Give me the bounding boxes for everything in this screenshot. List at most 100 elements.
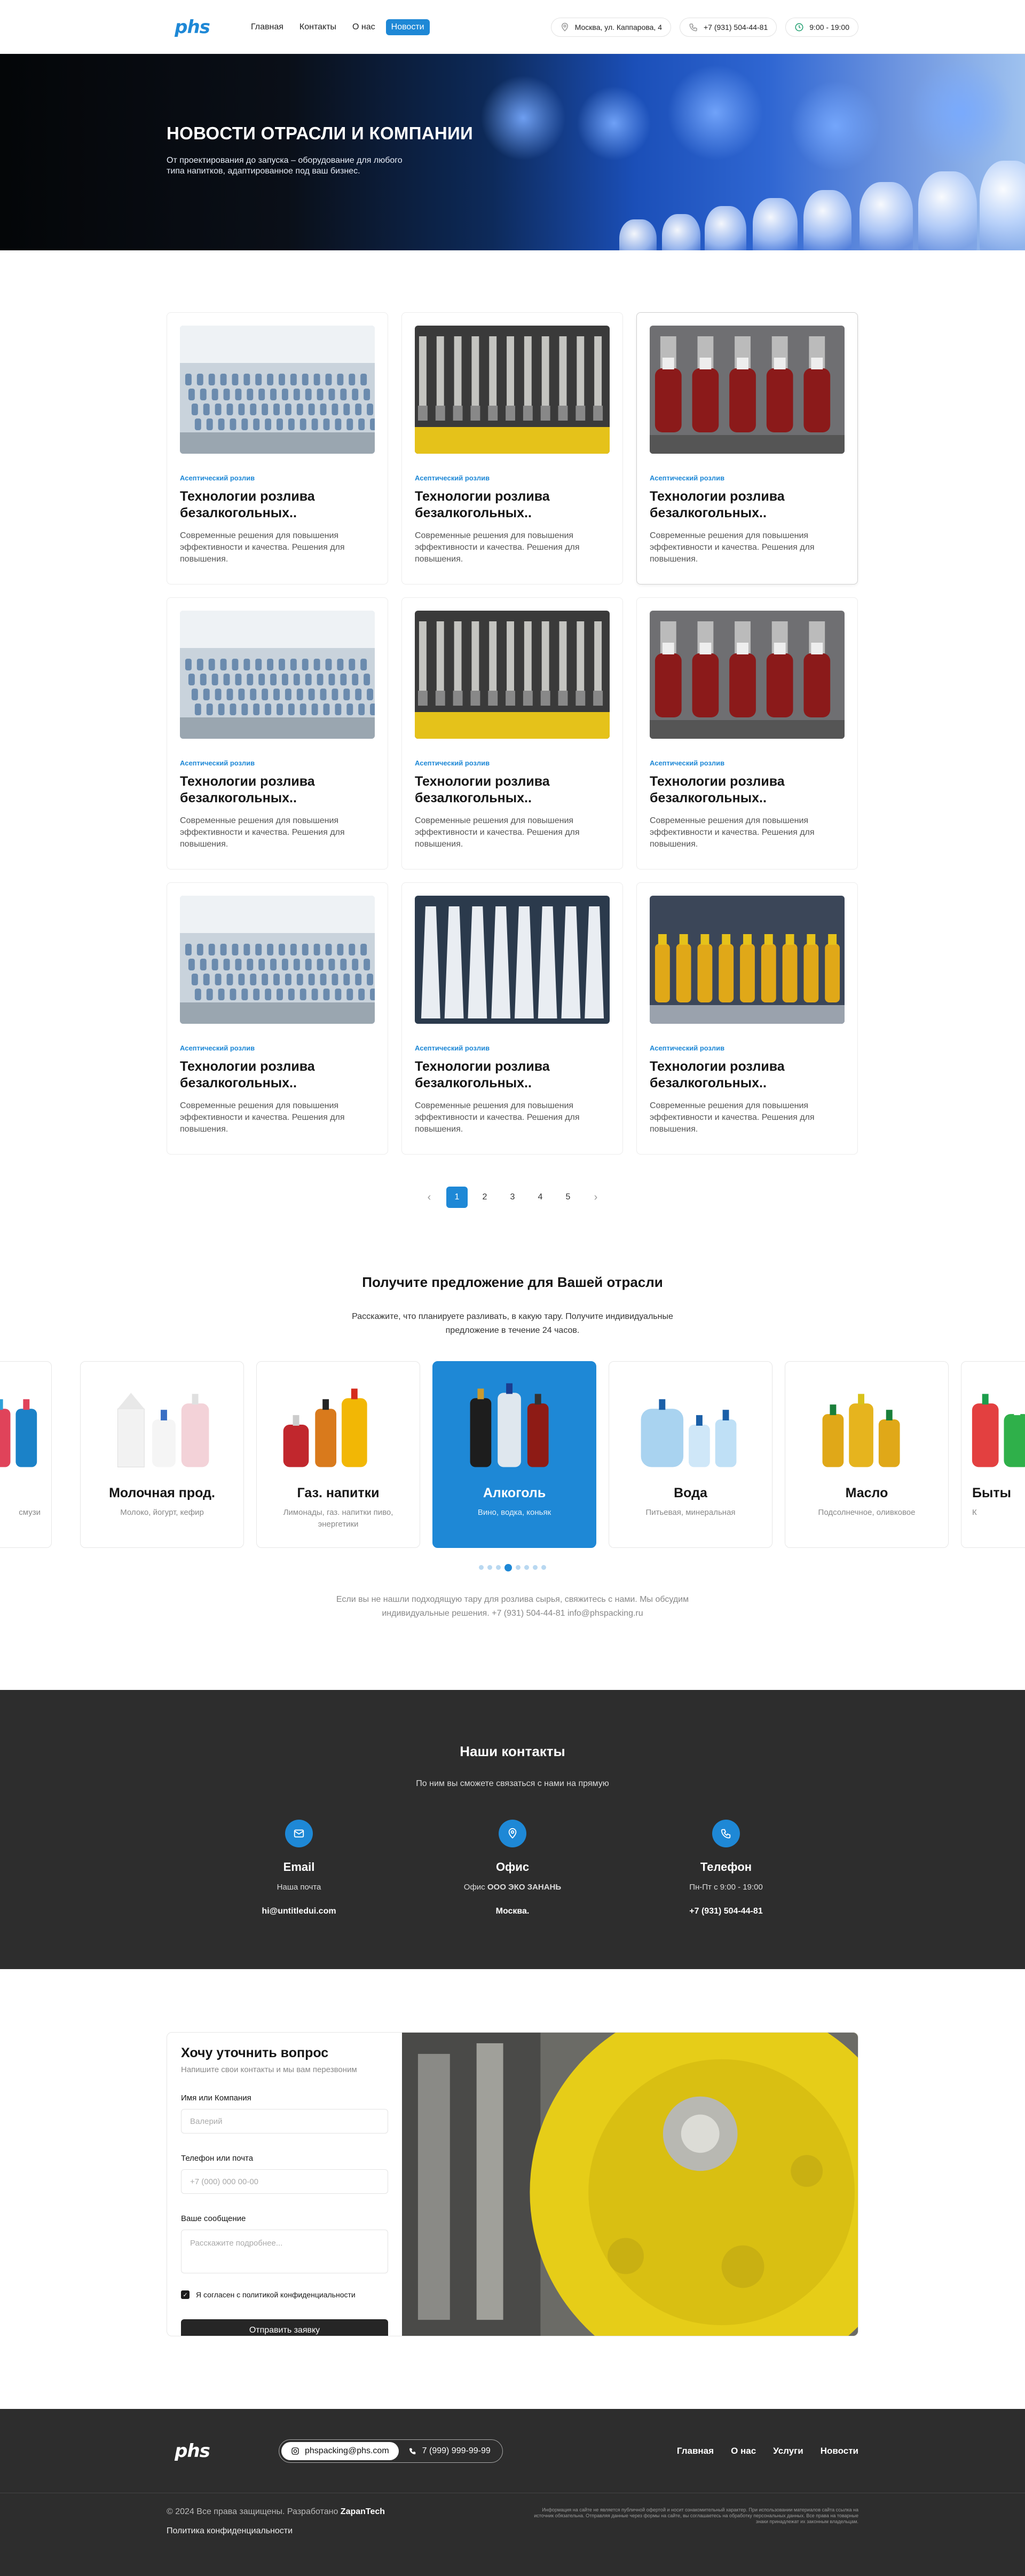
news-card[interactable]: Асептический розлив Технологии розлива бе… <box>636 312 858 584</box>
footer-nav-home[interactable]: Главная <box>677 2446 714 2456</box>
contacts-subtitle: По ним вы сможете связаться с нами на пр… <box>416 1779 609 1788</box>
footer-logo[interactable]: phs <box>167 2438 218 2464</box>
carousel-dot[interactable] <box>504 1564 512 1571</box>
footer-nav-about[interactable]: О нас <box>731 2446 756 2456</box>
news-tag[interactable]: Асептический розлив <box>650 1044 845 1052</box>
news-thumbnail[interactable] <box>180 611 375 739</box>
news-title[interactable]: Технологии розлива безалкогольных.. <box>415 1058 591 1092</box>
news-thumbnail[interactable] <box>650 326 845 454</box>
alcohol-bottles-image <box>433 1371 596 1482</box>
nav-news[interactable]: Новости <box>385 19 430 35</box>
carousel-dot[interactable] <box>524 1565 529 1570</box>
news-thumbnail[interactable] <box>415 326 610 454</box>
footer-nav-services[interactable]: Услуги <box>773 2446 803 2456</box>
nav-contacts[interactable]: Контакты <box>294 19 342 35</box>
privacy-policy-link[interactable]: Политика конфиденциальности <box>167 2526 385 2536</box>
page-4-button[interactable]: 4 <box>530 1187 551 1208</box>
news-title[interactable]: Технологии розлива безалкогольных.. <box>650 488 826 521</box>
phone-pill[interactable]: +7 (931) 504-44-81 <box>680 17 777 37</box>
category-card[interactable]: Вода Питьевая, минеральная <box>609 1361 772 1548</box>
carousel-dot[interactable] <box>487 1565 492 1570</box>
category-card[interactable]: Алкоголь Вино, водка, коньяк <box>432 1361 596 1548</box>
news-card[interactable]: Асептический розлив Технологии розлива бе… <box>401 597 623 870</box>
water-bottles-image <box>609 1371 772 1482</box>
news-thumbnail[interactable] <box>415 896 610 1024</box>
news-thumbnail[interactable] <box>650 611 845 739</box>
news-title[interactable]: Технологии розлива безалкогольных.. <box>650 773 826 807</box>
category-card[interactable]: смузи <box>0 1361 52 1548</box>
main-nav: Главная Контакты О нас Новости <box>246 19 430 35</box>
news-card[interactable]: Асептический розлив Технологии розлива бе… <box>636 597 858 870</box>
logo[interactable]: phs <box>167 14 218 40</box>
category-description: Подсолнечное, оливковое <box>818 1508 916 1517</box>
news-card[interactable]: Асептический розлив Технологии розлива бе… <box>636 882 858 1155</box>
news-title[interactable]: Технологии розлива безалкогольных.. <box>180 488 356 521</box>
offer-title: Получите предложение для Вашей отрасли <box>362 1274 663 1290</box>
carousel-dot[interactable] <box>496 1565 501 1570</box>
category-description: К <box>972 1508 977 1517</box>
news-tag[interactable]: Асептический розлив <box>650 474 845 482</box>
category-description: смузи <box>19 1508 41 1517</box>
category-name: Газ. напитки <box>297 1485 380 1500</box>
developer-link[interactable]: ZapanTech <box>341 2507 385 2516</box>
phone-icon <box>409 2448 415 2454</box>
category-card[interactable]: Масло Подсолнечное, оливковое <box>785 1361 949 1548</box>
nav-about[interactable]: О нас <box>347 19 381 35</box>
household-bottles-image <box>961 1371 1025 1482</box>
news-title[interactable]: Технологии розлива безалкогольных.. <box>415 488 591 521</box>
email-link[interactable]: hi@untitledui.com <box>219 1907 379 1916</box>
category-card[interactable]: Молочная прод. Молоко, йогурт, кефир <box>80 1361 244 1548</box>
page-title: НОВОСТИ ОТРАСЛИ И КОМПАНИИ <box>167 123 474 143</box>
category-carousel[interactable]: смузи Молочная прод. Молоко, йогурт, кефир… <box>0 1361 1025 1548</box>
news-title[interactable]: Технологии розлива безалкогольных.. <box>180 1058 356 1092</box>
news-tag[interactable]: Асептический розлив <box>180 759 375 767</box>
news-title[interactable]: Технологии розлива безалкогольных.. <box>180 773 356 807</box>
news-title[interactable]: Технологии розлива безалкогольных.. <box>650 1058 826 1092</box>
news-thumbnail[interactable] <box>180 896 375 1024</box>
phone-link[interactable]: +7 (931) 504-44-81 <box>646 1907 806 1916</box>
carousel-dot[interactable] <box>479 1565 484 1570</box>
news-card[interactable]: Асептический розлив Технологии розлива бе… <box>167 882 388 1155</box>
prev-page-button[interactable]: ‹ <box>419 1187 440 1208</box>
news-tag[interactable]: Асептический розлив <box>180 1044 375 1052</box>
carousel-dot[interactable] <box>533 1565 538 1570</box>
site-footer: phs phspacking@phs.com 7 (999) 999-99-99… <box>0 2409 1025 2576</box>
page-1-button[interactable]: 1 <box>446 1187 468 1208</box>
nav-home[interactable]: Главная <box>246 19 289 35</box>
news-tag[interactable]: Асептический розлив <box>415 759 610 767</box>
category-card[interactable]: Газ. напитки Лимонады, газ. напитки пиво,… <box>256 1361 420 1548</box>
category-card[interactable]: Быты К <box>961 1361 1025 1548</box>
contacts-title: Наши контакты <box>460 1743 565 1759</box>
news-tag[interactable]: Асептический розлив <box>415 474 610 482</box>
message-textarea[interactable]: Расскажите подробнее... <box>181 2230 388 2273</box>
footer-nav-news[interactable]: Новости <box>821 2446 858 2456</box>
news-tag[interactable]: Асептический розлив <box>650 759 845 767</box>
news-card[interactable]: Асептический розлив Технологии розлива бе… <box>401 882 623 1155</box>
news-title[interactable]: Технологии розлива безалкогольных.. <box>415 773 591 807</box>
carousel-dot[interactable] <box>541 1565 546 1570</box>
news-thumbnail[interactable] <box>415 611 610 739</box>
news-tag[interactable]: Асептический розлив <box>180 474 375 482</box>
footer-nav: Главная О нас Услуги Новости <box>677 2446 858 2456</box>
contact-input[interactable]: +7 (000) 000 00-00 <box>181 2169 388 2194</box>
news-thumbnail[interactable] <box>650 896 845 1024</box>
page-5-button[interactable]: 5 <box>557 1187 579 1208</box>
footer-email[interactable]: phspacking@phs.com <box>281 2442 399 2460</box>
page-2-button[interactable]: 2 <box>474 1187 495 1208</box>
category-description: Вино, водка, коньяк <box>477 1508 551 1517</box>
news-card[interactable]: Асептический розлив Технологии розлива бе… <box>167 312 388 584</box>
next-page-button[interactable]: › <box>585 1187 606 1208</box>
contact-office: Офис Офис ООО ЭКО ЗАНАНЬ Москва. <box>432 1820 593 1916</box>
page-3-button[interactable]: 3 <box>502 1187 523 1208</box>
address-pill[interactable]: Москва, ул. Каппарова, 4 <box>550 17 671 37</box>
footer-phone[interactable]: 7 (999) 999-99-99 <box>399 2442 500 2460</box>
contact-phone: Телефон Пн-Пт с 9:00 - 19:00 +7 (931) 50… <box>646 1820 806 1916</box>
news-card[interactable]: Асептический розлив Технологии розлива бе… <box>401 312 623 584</box>
carousel-dot[interactable] <box>516 1565 521 1570</box>
news-card[interactable]: Асептический розлив Технологии розлива бе… <box>167 597 388 870</box>
news-thumbnail[interactable] <box>180 326 375 454</box>
submit-button[interactable]: Отправить заявку <box>181 2319 388 2336</box>
news-tag[interactable]: Асептический розлив <box>415 1044 610 1052</box>
name-input[interactable]: Валерий <box>181 2109 388 2134</box>
consent-checkbox[interactable]: ✓ Я согласен с политикой конфиденциально… <box>181 2290 388 2299</box>
